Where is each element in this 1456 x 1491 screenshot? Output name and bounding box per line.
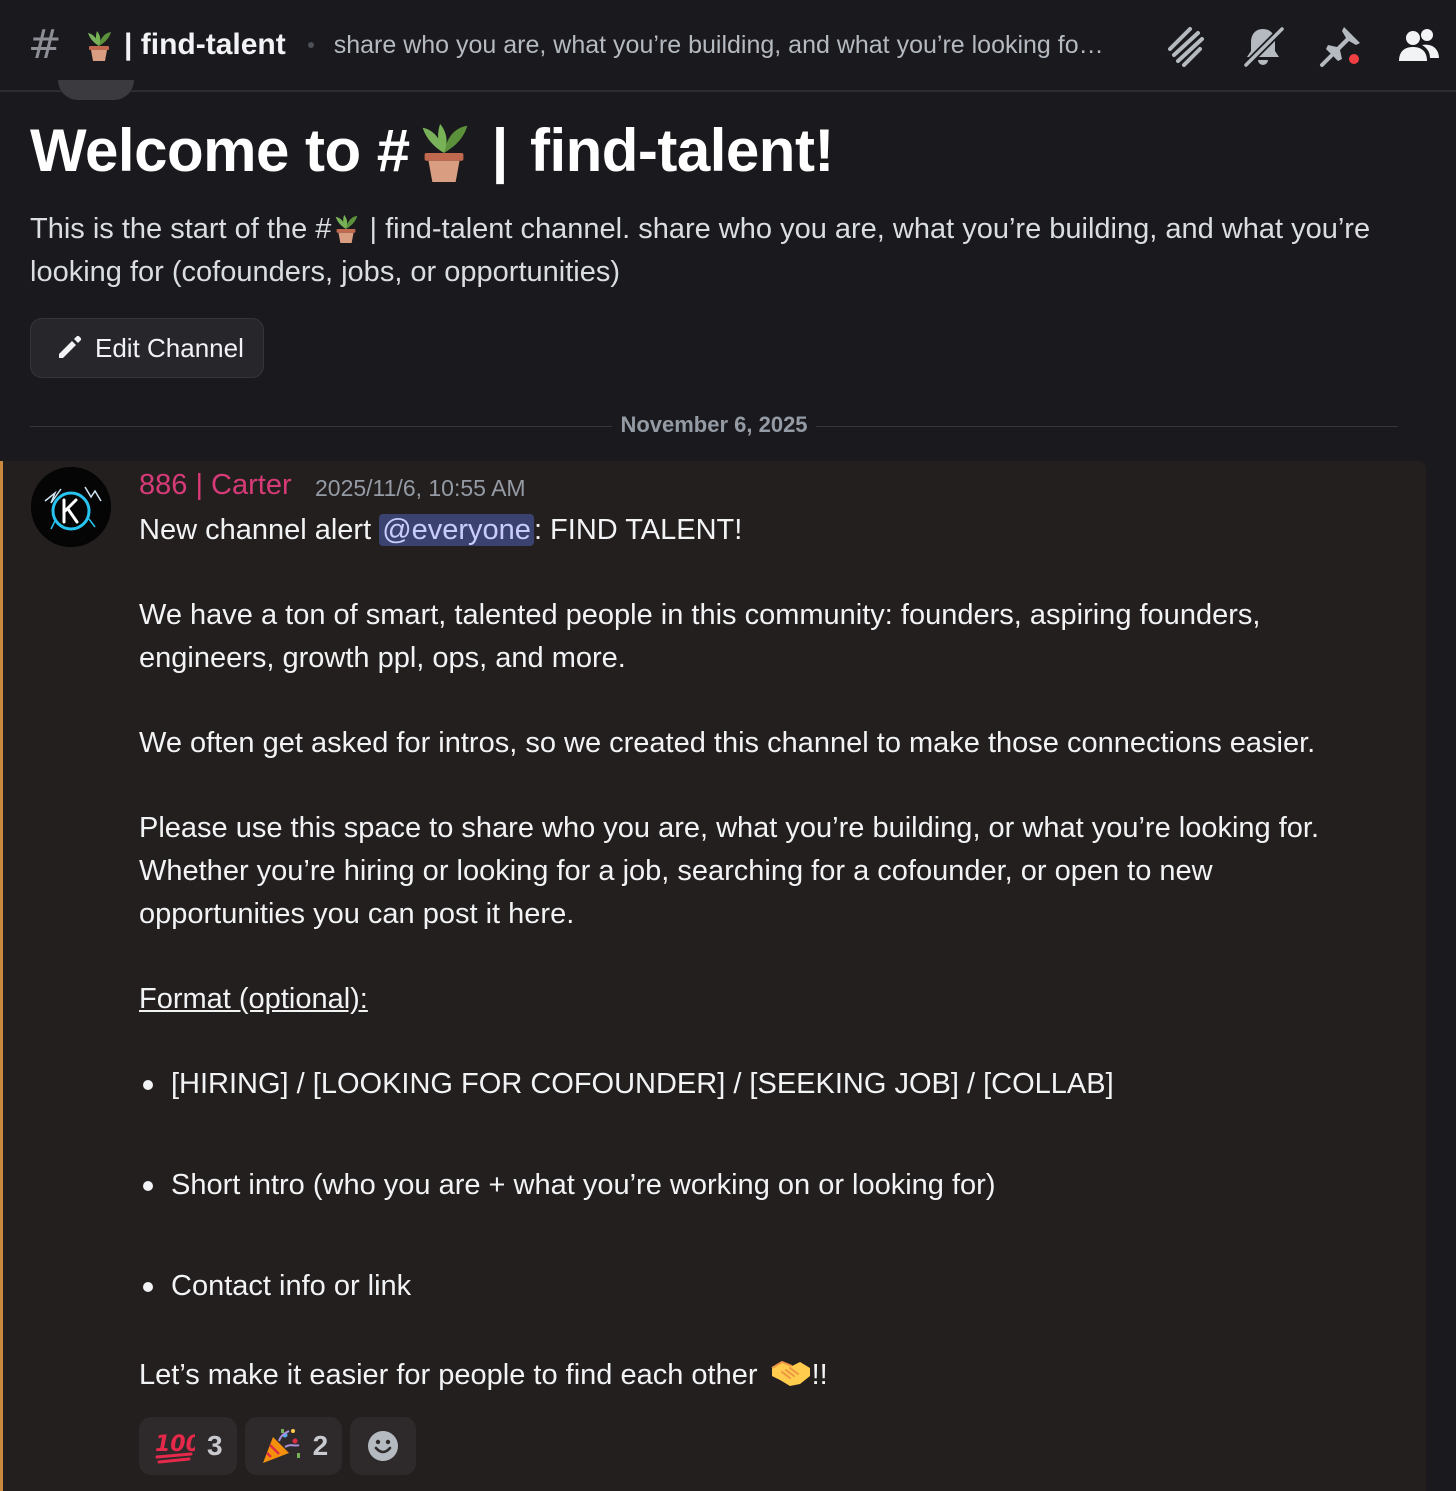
message-author[interactable]: 886 | Carter: [139, 469, 292, 502]
divider-line-right: [816, 426, 1398, 427]
edit-channel-label: Edit Channel: [95, 332, 244, 363]
handshake-icon: [770, 1358, 812, 1388]
mute-bell-icon[interactable]: [1240, 23, 1286, 69]
message-paragraph: We have a ton of smart, talented people …: [139, 599, 1261, 674]
member-list-icon[interactable]: [1396, 23, 1442, 69]
smiley-icon: [368, 1431, 399, 1461]
message-content: New channel alert @everyone: FIND TALENT…: [139, 509, 1379, 1397]
format-list: [HIRING] / [LOOKING FOR COFOUNDER] / [SE…: [139, 1063, 1379, 1308]
message-item[interactable]: 886 | Carter 2025/11/6, 10:55 AM New cha…: [0, 461, 1426, 1491]
welcome-description: This is the start of the # | find-talent…: [30, 213, 1371, 288]
hundred-points-icon: 100: [153, 1427, 201, 1465]
message-line-1: New channel alert @everyone: FIND TALENT…: [139, 514, 743, 546]
channel-topic[interactable]: share who you are, what you’re building,…: [334, 31, 1134, 60]
welcome-title: Welcome to # | find-talent!: [30, 117, 834, 184]
potted-plant-icon: [336, 214, 358, 244]
separator-dot: [307, 42, 314, 48]
avatar[interactable]: [31, 467, 111, 547]
edit-channel-button[interactable]: Edit Channel: [30, 318, 264, 378]
reaction-count: 2: [312, 1430, 329, 1461]
divider-line-left: [30, 426, 612, 427]
reaction-hundred[interactable]: 100 3: [139, 1417, 237, 1475]
message-paragraph: We often get asked for intros, so we cre…: [139, 727, 1316, 759]
message-timestamp: 2025/11/6, 10:55 AM: [315, 475, 526, 501]
add-reaction-button[interactable]: [350, 1417, 417, 1475]
channel-name[interactable]: | find-talent: [124, 28, 286, 62]
message-paragraph: Please use this space to share who you a…: [139, 812, 1320, 930]
potted-plant-icon: [88, 31, 111, 61]
pin-icon[interactable]: [1318, 23, 1364, 69]
pencil-icon: [59, 335, 82, 358]
reactions-bar: 100 3 2: [139, 1417, 424, 1475]
notification-dot: [1346, 51, 1362, 67]
list-item: [HIRING] / [LOOKING FOR COFOUNDER] / [SE…: [139, 1063, 1379, 1106]
format-heading: Format (optional):: [139, 983, 368, 1015]
reaction-party[interactable]: 2: [244, 1417, 343, 1475]
date-divider: November 6, 2025: [620, 412, 808, 437]
list-item: Contact info or link: [139, 1265, 1379, 1308]
potted-plant-icon: [422, 123, 467, 182]
threads-icon[interactable]: [1162, 23, 1208, 69]
list-item: Short intro (who you are + what you’re w…: [139, 1164, 1379, 1207]
avatar-peek: [58, 80, 134, 100]
party-popper-icon: [259, 1427, 301, 1465]
reaction-count: 3: [207, 1430, 223, 1461]
everyone-mention[interactable]: @everyone: [379, 514, 534, 546]
channel-header: # | find-talent share who you are, what …: [0, 0, 1456, 92]
closing-line: Let’s make it easier for people to find …: [139, 1358, 828, 1391]
hash-icon: #: [28, 22, 62, 68]
